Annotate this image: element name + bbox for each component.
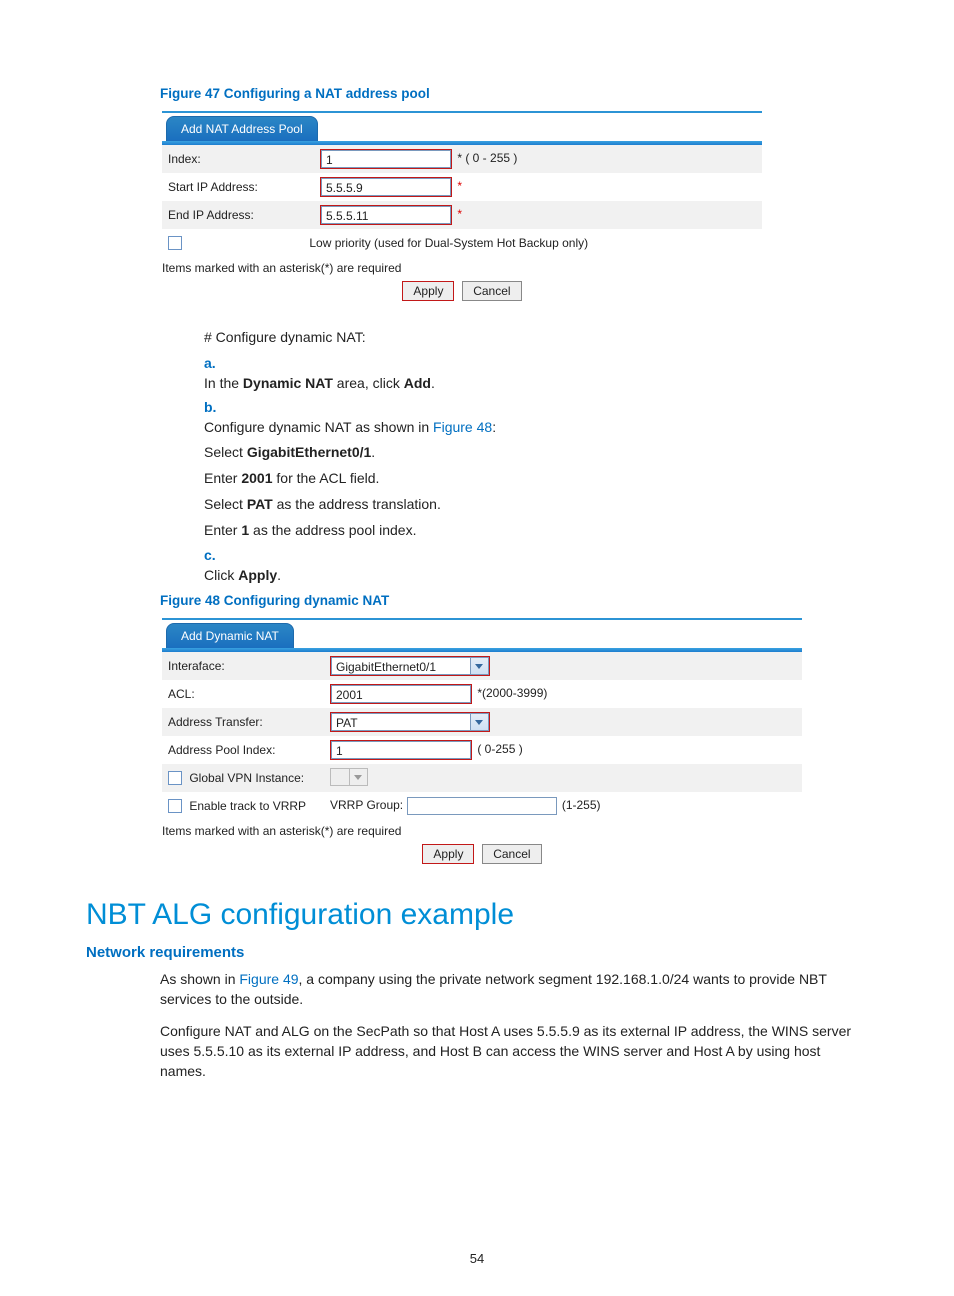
pool-hint: ( 0-255 ) — [477, 742, 522, 756]
required-star: * — [457, 179, 462, 193]
txt: Enter — [204, 470, 241, 486]
figure49-link[interactable]: Figure 49 — [239, 971, 298, 987]
page-number: 54 — [0, 1251, 954, 1266]
acl-label: ACL: — [162, 680, 324, 708]
dynamic-nat-bold: Dynamic NAT — [243, 375, 333, 391]
vrrp-label: Enable track to VRRP — [189, 799, 306, 813]
apply-button[interactable]: Apply — [422, 844, 474, 864]
figure48-panel: Add Dynamic NAT Interaface: GigabitEther… — [162, 618, 802, 820]
figure47-footnote: Items marked with an asterisk(*) are req… — [162, 261, 868, 275]
cancel-button[interactable]: Cancel — [482, 844, 541, 864]
global-vpn-checkbox[interactable] — [168, 771, 182, 785]
figure47-caption: Figure 47 Configuring a NAT address pool — [160, 86, 868, 101]
txt: as the address translation. — [273, 496, 441, 512]
apply-button[interactable]: Apply — [402, 281, 454, 301]
vrrp-hint: (1-255) — [562, 798, 601, 812]
txt: As shown in — [160, 971, 239, 987]
index-hint: * ( 0 - 255 ) — [457, 151, 517, 165]
cancel-button[interactable]: Cancel — [462, 281, 521, 301]
interface-select[interactable]: GigabitEthernet0/1 — [331, 657, 489, 675]
para-1: As shown in Figure 49, a company using t… — [160, 969, 868, 1009]
ge01-bold: GigabitEthernet0/1 — [247, 444, 371, 460]
txt: : — [492, 419, 496, 435]
apply-bold: Apply — [238, 567, 277, 583]
nat-pool-form: Index: 1 * ( 0 - 255 ) Start IP Address:… — [162, 145, 762, 257]
pat-bold: PAT — [247, 496, 273, 512]
address-transfer-select[interactable]: PAT — [331, 713, 489, 731]
txt: Enter — [204, 522, 241, 538]
global-vpn-value — [330, 768, 350, 786]
txt: as the address pool index. — [249, 522, 416, 538]
txt: Select — [204, 496, 247, 512]
chevron-down-icon — [350, 768, 368, 786]
chevron-down-icon — [471, 657, 489, 675]
txt: . — [431, 375, 435, 391]
start-ip-label: Start IP Address: — [162, 173, 314, 201]
interface-value: GigabitEthernet0/1 — [331, 657, 471, 675]
low-priority-text: Low priority (used for Dual-System Hot B… — [309, 236, 588, 250]
pool-1-bold: 1 — [241, 522, 249, 538]
txt: . — [277, 567, 281, 583]
vrrp-group-label: VRRP Group: — [330, 798, 403, 812]
txt: Click — [204, 567, 238, 583]
step-c: c. Click Apply. — [204, 545, 868, 585]
marker-c: c. — [204, 545, 226, 565]
xfer-label: Address Transfer: — [162, 708, 324, 736]
figure48-caption: Figure 48 Configuring dynamic NAT — [160, 593, 868, 608]
index-label: Index: — [162, 145, 314, 173]
txt: In the — [204, 375, 243, 391]
end-ip-input[interactable]: 5.5.5.11 — [321, 206, 451, 224]
para-2: Configure NAT and ALG on the SecPath so … — [160, 1021, 868, 1081]
dynamic-nat-form: Interaface: GigabitEthernet0/1 ACL: 2001 — [162, 652, 802, 820]
pool-index-input[interactable]: 1 — [331, 741, 471, 759]
global-vpn-select — [330, 768, 368, 786]
low-priority-checkbox[interactable] — [168, 236, 182, 250]
acl-2001-bold: 2001 — [241, 470, 272, 486]
add-bold: Add — [404, 375, 431, 391]
figure47-panel: Add NAT Address Pool Index: 1 * ( 0 - 25… — [162, 111, 762, 257]
required-star: * — [457, 207, 462, 221]
acl-hint: *(2000-3999) — [477, 686, 547, 700]
figure48-footnote: Items marked with an asterisk(*) are req… — [162, 824, 868, 838]
step-a: a. In the Dynamic NAT area, click Add. — [204, 353, 868, 393]
step-intro: # Configure dynamic NAT: — [204, 327, 868, 347]
start-ip-input[interactable]: 5.5.5.9 — [321, 178, 451, 196]
marker-a: a. — [204, 353, 226, 373]
global-vpn-label: Global VPN Instance: — [189, 771, 304, 785]
vrrp-checkbox[interactable] — [168, 799, 182, 813]
end-ip-label: End IP Address: — [162, 201, 314, 229]
vrrp-group-input[interactable] — [407, 797, 557, 815]
index-input[interactable]: 1 — [321, 150, 451, 168]
figure48-link[interactable]: Figure 48 — [433, 419, 492, 435]
xfer-value: PAT — [331, 713, 471, 731]
add-nat-pool-tab[interactable]: Add NAT Address Pool — [166, 116, 318, 141]
pool-label: Address Pool Index: — [162, 736, 324, 764]
marker-b: b. — [204, 397, 226, 417]
txt: Configure dynamic NAT as shown in — [204, 419, 433, 435]
section-heading: NBT ALG configuration example — [86, 898, 868, 932]
network-requirements-heading: Network requirements — [86, 944, 868, 961]
interface-label: Interaface: — [162, 652, 324, 680]
add-dynamic-nat-tab[interactable]: Add Dynamic NAT — [166, 623, 294, 648]
chevron-down-icon — [471, 713, 489, 731]
txt: area, click — [333, 375, 404, 391]
txt: for the ACL field. — [273, 470, 380, 486]
txt: Select — [204, 444, 247, 460]
step-b: b. Configure dynamic NAT as shown in Fig… — [204, 397, 868, 541]
txt: . — [371, 444, 375, 460]
acl-input[interactable]: 2001 — [331, 685, 471, 703]
